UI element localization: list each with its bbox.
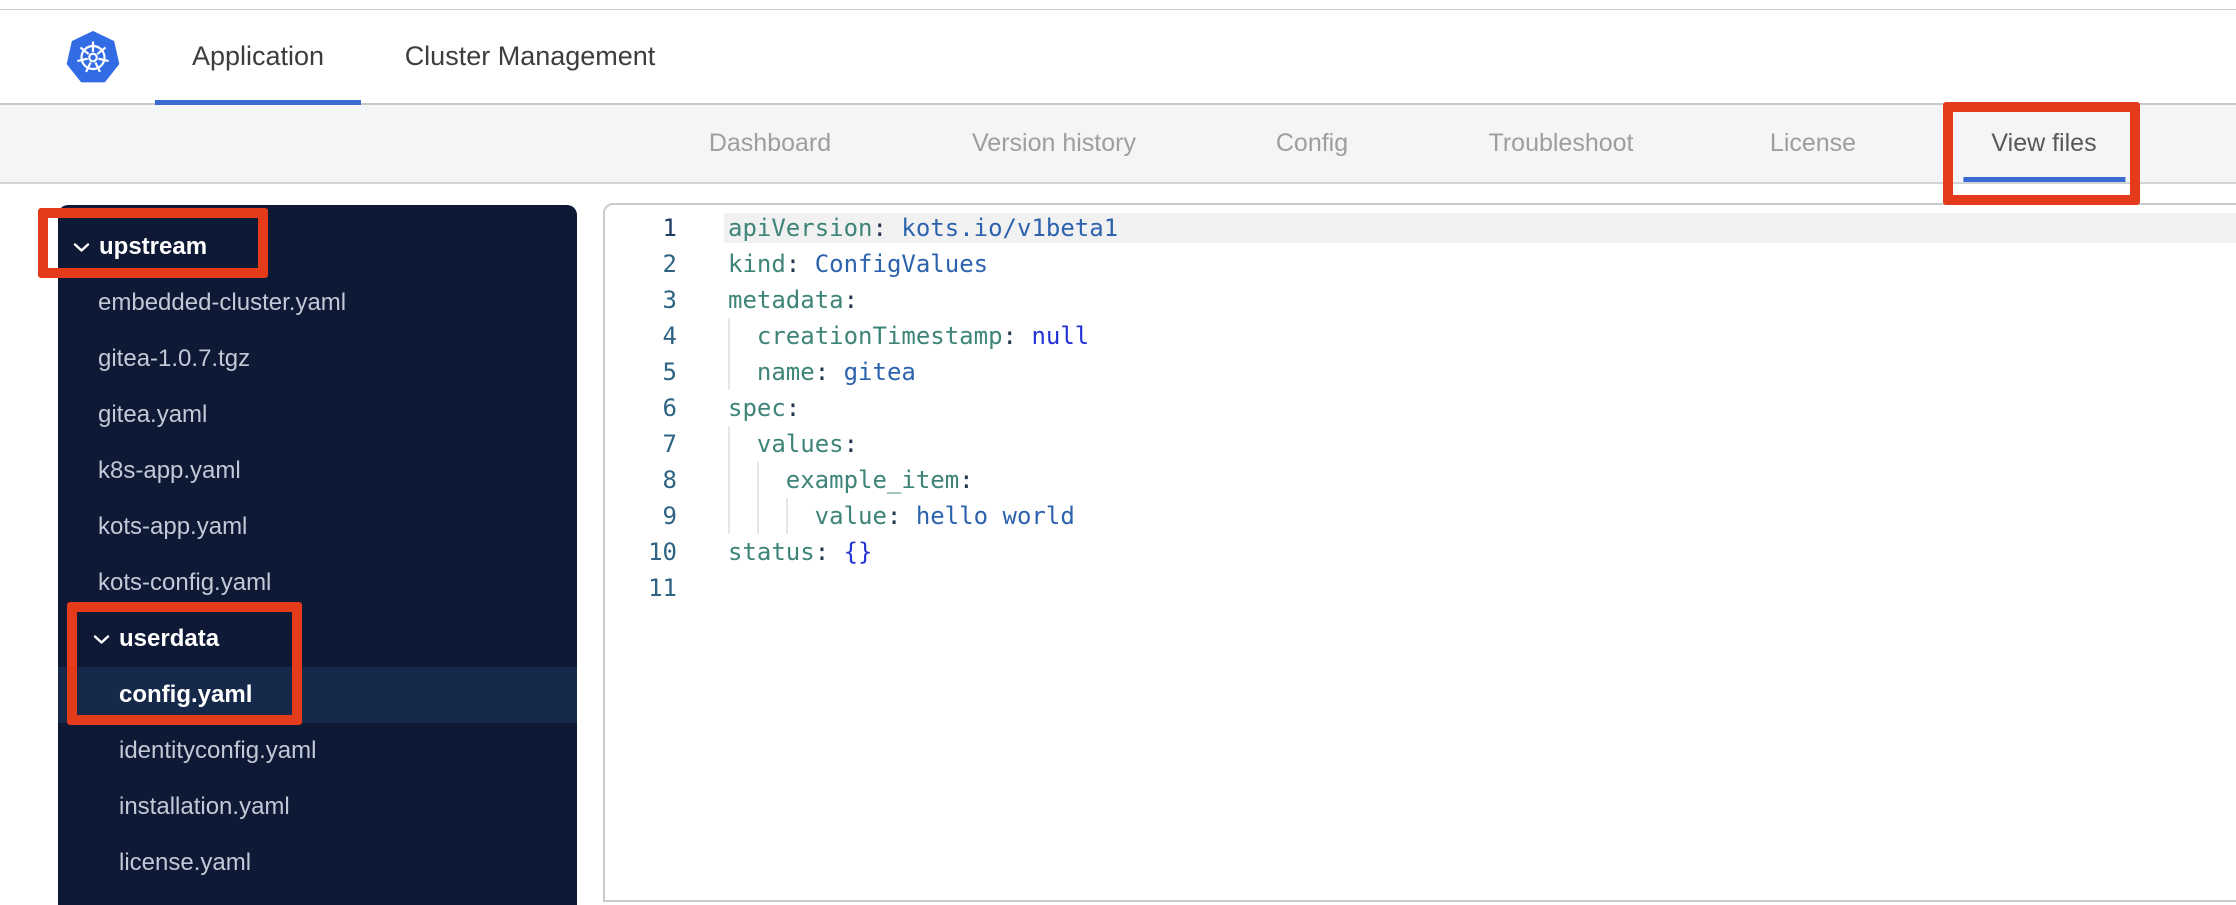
code-line: 4 creationTimestamp: null (605, 318, 2236, 354)
tab-config-label: Config (1275, 129, 1349, 157)
file-label: identityconfig.yaml (119, 737, 317, 764)
tree-file-installation-yaml[interactable]: installation.yaml (58, 779, 577, 835)
tab-troubleshoot-label: Troubleshoot (1488, 129, 1634, 157)
app-header: Application Cluster Management (0, 10, 2236, 105)
tree-file-embedded-cluster-yaml[interactable]: embedded-cluster.yaml (58, 275, 577, 331)
file-tree[interactable]: upstream embedded-cluster.yaml gitea-1.0.7… (58, 205, 577, 905)
code-line: 6 spec: (605, 390, 2236, 426)
code-text: status: {} (728, 538, 873, 566)
tab-view-files[interactable]: View files (1962, 105, 2125, 182)
code-line: 11 (605, 570, 2236, 606)
code-text: name: gitea (728, 354, 916, 390)
file-label: config.yaml (119, 681, 253, 708)
indent-guide (785, 498, 815, 534)
line-number: 9 (662, 502, 677, 530)
code-text: example_item: (728, 462, 974, 498)
code-line: 5 name: gitea (605, 354, 2236, 390)
tree-file-license-yaml[interactable]: license.yaml (58, 835, 577, 891)
code-line: 3 metadata: (605, 282, 2236, 318)
line-number: 3 (662, 286, 677, 314)
line-number: 6 (662, 394, 677, 422)
file-label: gitea-1.0.7.tgz (98, 345, 251, 372)
file-label: license.yaml (119, 849, 252, 876)
code-line: 8 example_item: (605, 462, 2236, 498)
subnav: Dashboard Version history Config Trouble… (0, 105, 2236, 184)
tab-dashboard-label: Dashboard (708, 129, 832, 157)
tab-config[interactable]: Config (1276, 105, 1348, 182)
folder-label: upstream (99, 233, 208, 260)
line-number: 5 (662, 358, 677, 386)
line-number: 2 (662, 250, 677, 278)
code-text: creationTimestamp: null (728, 318, 1089, 354)
tree-folder-userdata[interactable]: userdata (58, 611, 577, 667)
line-number: 7 (662, 430, 677, 458)
code-line: 10 status: {} (605, 534, 2236, 570)
code-text: metadata: (728, 286, 859, 314)
line-number: 4 (662, 322, 677, 350)
tab-application-label: Application (191, 41, 325, 71)
code-text: value: hello world (728, 498, 1075, 534)
tab-version-history[interactable]: Version history (972, 105, 1136, 182)
tree-file-kots-app-yaml[interactable]: kots-app.yaml (58, 499, 577, 555)
file-label: kots-app.yaml (98, 513, 248, 540)
tab-license[interactable]: License (1770, 105, 1856, 182)
line-number: 10 (648, 538, 677, 566)
tab-troubleshoot[interactable]: Troubleshoot (1489, 105, 1634, 182)
code-line: 1 apiVersion: kots.io/v1beta1 (605, 210, 2236, 246)
tab-cluster-management[interactable]: Cluster Management (405, 10, 656, 103)
code-text: apiVersion: kots.io/v1beta1 (728, 214, 1119, 242)
indent-guide (756, 498, 786, 534)
folder-label: userdata (119, 625, 220, 652)
tree-file-config-yaml[interactable]: config.yaml (58, 667, 577, 723)
chevron-down-icon (73, 242, 90, 253)
tab-view-files-label: View files (1991, 129, 2097, 157)
tree-file-kots-config-yaml[interactable]: kots-config.yaml (58, 555, 577, 611)
code-line: 7 values: (605, 426, 2236, 462)
code-text: kind: ConfigValues (728, 250, 989, 278)
line-number: 11 (648, 574, 677, 602)
indent-guide (728, 426, 757, 462)
file-label: kots-config.yaml (98, 569, 272, 596)
kubernetes-logo (66, 31, 120, 83)
tree-file-gitea-1-0-7-tgz[interactable]: gitea-1.0.7.tgz (58, 331, 577, 387)
code-line: 2 kind: ConfigValues (605, 246, 2236, 282)
line-number: 1 (662, 214, 677, 242)
tab-application[interactable]: Application (155, 10, 361, 105)
indent-guide (728, 462, 757, 498)
line-number: 8 (662, 466, 677, 494)
tree-file-gitea-yaml[interactable]: gitea.yaml (58, 387, 577, 443)
tab-license-label: License (1769, 129, 1857, 157)
file-label: k8s-app.yaml (98, 457, 241, 484)
tree-file-k8s-app-yaml[interactable]: k8s-app.yaml (58, 443, 577, 499)
code-line: 9 value: hello world (605, 498, 2236, 534)
file-label: installation.yaml (119, 793, 290, 820)
tab-dashboard[interactable]: Dashboard (709, 105, 831, 182)
indent-guide (728, 498, 757, 534)
file-label: embedded-cluster.yaml (98, 289, 347, 316)
indent-guide (728, 354, 757, 390)
tab-version-history-label: Version history (972, 129, 1136, 157)
tab-cluster-management-label: Cluster Management (404, 41, 656, 71)
file-label: gitea.yaml (98, 401, 208, 428)
indent-guide (756, 462, 786, 498)
code-text: values: (728, 426, 858, 462)
code-text: spec: (728, 394, 801, 422)
tree-folder-upstream[interactable]: upstream (58, 219, 577, 275)
chevron-down-icon (93, 634, 110, 645)
indent-guide (728, 318, 757, 354)
file-editor[interactable]: 1 apiVersion: kots.io/v1beta1 2 kind: Confi… (603, 203, 2236, 902)
active-subtab-underline (1962, 177, 2125, 182)
tree-file-identityconfig-yaml[interactable]: identityconfig.yaml (58, 723, 577, 779)
